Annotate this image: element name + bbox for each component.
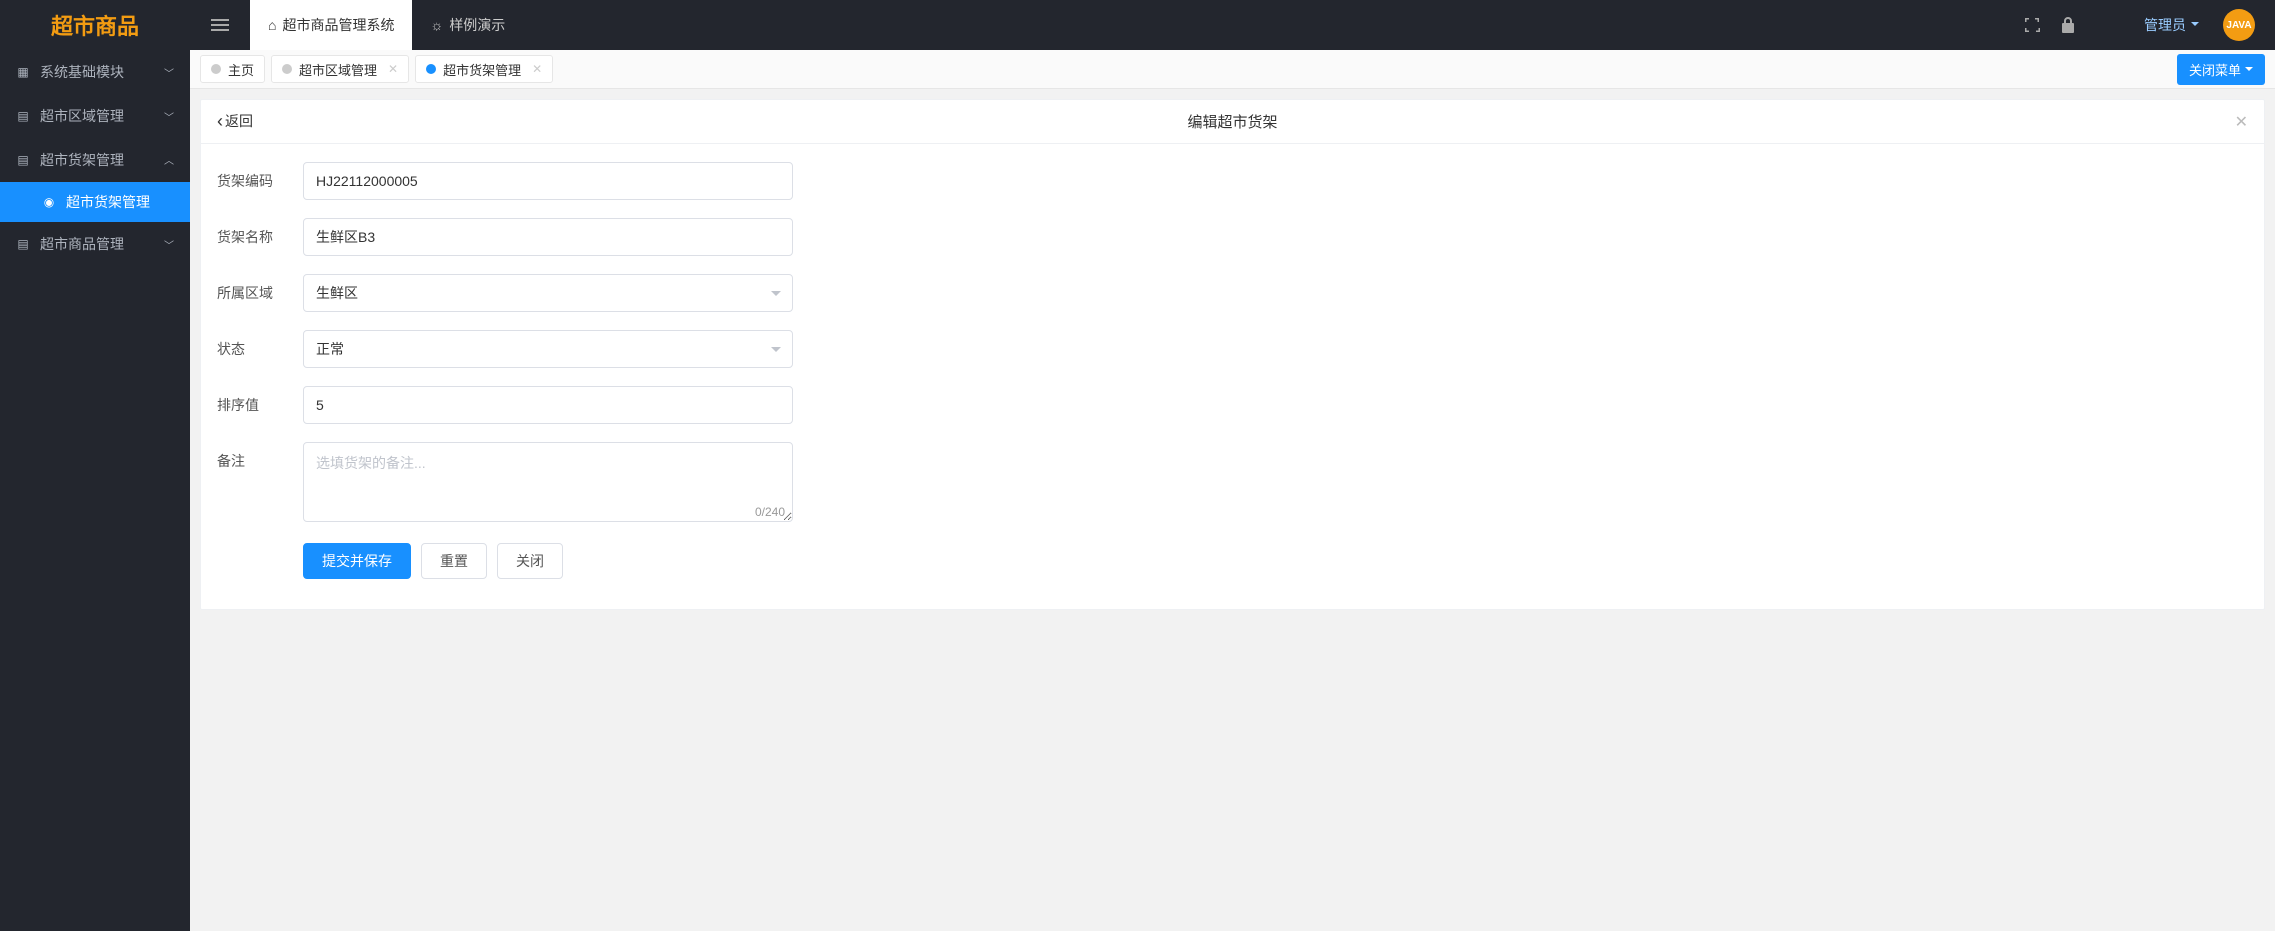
- panel-title: 编辑超市货架: [1187, 111, 1277, 132]
- sidebar-item-product[interactable]: ▤ 超市商品管理 ﹀: [0, 222, 190, 266]
- sidebar: ▦ 系统基础模块 ﹀ ▤ 超市区域管理 ﹀ ▤ 超市货架管理 ﹀ ◉ 超市货架管…: [0, 50, 190, 931]
- header: 超市商品 ⌂ 超市商品管理系统 ☼ 样例演示 管理员 JAVA: [0, 0, 2275, 50]
- form-buttons: 提交并保存 重置 关闭: [303, 543, 2248, 579]
- top-tab-label: 超市商品管理系统: [282, 15, 394, 35]
- reset-button[interactable]: 重置: [421, 543, 487, 579]
- textarea-remark[interactable]: [303, 442, 793, 522]
- close-icon[interactable]: ✕: [388, 62, 398, 76]
- top-tab-system[interactable]: ⌂ 超市商品管理系统: [250, 0, 412, 50]
- java-badge[interactable]: JAVA: [2223, 9, 2255, 41]
- grid-icon: ▤: [16, 237, 30, 251]
- chevron-down-icon: ﹀: [164, 65, 174, 80]
- label-status: 状态: [217, 330, 303, 359]
- tab-dot-icon: [211, 64, 221, 74]
- grid-icon: ▤: [16, 153, 30, 167]
- label-area: 所属区域: [217, 274, 303, 303]
- tab-bar: 主页 超市区域管理 ✕ 超市货架管理 ✕ 关闭菜单: [190, 50, 2275, 89]
- close-icon[interactable]: ✕: [532, 62, 542, 76]
- page-tabs: 主页 超市区域管理 ✕ 超市货架管理 ✕: [200, 55, 559, 83]
- header-right: 管理员 JAVA: [2022, 9, 2275, 41]
- form-row-sort: 排序值: [217, 386, 2248, 424]
- label-code: 货架编码: [217, 162, 303, 191]
- chevron-up-icon: ﹀: [164, 153, 174, 168]
- tab-label: 超市货架管理: [443, 60, 521, 79]
- tab-home[interactable]: 主页: [200, 55, 265, 83]
- tab-label: 超市区域管理: [299, 60, 377, 79]
- top-tab-demo[interactable]: ☼ 样例演示: [412, 0, 523, 50]
- sidebar-item-label: 超市货架管理: [40, 150, 124, 170]
- tab-label: 主页: [228, 60, 254, 79]
- sun-icon: ☼: [430, 17, 443, 33]
- tab-shelf[interactable]: 超市货架管理 ✕: [415, 55, 553, 83]
- tab-area[interactable]: 超市区域管理 ✕: [271, 55, 409, 83]
- chevron-down-icon: ﹀: [164, 237, 174, 252]
- back-button[interactable]: 返回: [217, 111, 253, 132]
- edit-panel: 返回 编辑超市货架 ✕ 货架编码 货架名称 所属区域 状态: [200, 99, 2265, 610]
- label-remark: 备注: [217, 442, 303, 471]
- lock-icon[interactable]: [2058, 15, 2078, 35]
- input-name[interactable]: [303, 218, 793, 256]
- form-row-name: 货架名称: [217, 218, 2248, 256]
- sidebar-item-system[interactable]: ▦ 系统基础模块 ﹀: [0, 50, 190, 94]
- close-menu-dropdown[interactable]: 关闭菜单: [2177, 54, 2265, 85]
- close-icon[interactable]: ✕: [2235, 112, 2248, 132]
- close-button[interactable]: 关闭: [497, 543, 563, 579]
- content: 主页 超市区域管理 ✕ 超市货架管理 ✕ 关闭菜单 返回 编辑超市货架 ✕: [190, 50, 2275, 931]
- form-row-area: 所属区域: [217, 274, 2248, 312]
- label-sort: 排序值: [217, 386, 303, 415]
- sidebar-subitem-label: 超市货架管理: [66, 192, 150, 212]
- top-tab-label: 样例演示: [449, 15, 505, 35]
- sidebar-item-area[interactable]: ▤ 超市区域管理 ﹀: [0, 94, 190, 138]
- select-status[interactable]: [303, 330, 793, 368]
- sidebar-subitem-shelf-mgmt[interactable]: ◉ 超市货架管理: [0, 182, 190, 222]
- chevron-down-icon: ﹀: [164, 109, 174, 124]
- user-dropdown[interactable]: 管理员: [2144, 15, 2199, 35]
- form-row-status: 状态: [217, 330, 2248, 368]
- fullscreen-icon[interactable]: [2022, 15, 2042, 35]
- select-area[interactable]: [303, 274, 793, 312]
- form-row-remark: 备注 0/240: [217, 442, 2248, 525]
- label-name: 货架名称: [217, 218, 303, 247]
- sidebar-item-label: 系统基础模块: [40, 62, 124, 82]
- grid-icon: ▤: [16, 109, 30, 123]
- sidebar-item-label: 超市商品管理: [40, 234, 124, 254]
- sidebar-item-shelf[interactable]: ▤ 超市货架管理 ﹀: [0, 138, 190, 182]
- input-code[interactable]: [303, 162, 793, 200]
- panel-body: 货架编码 货架名称 所属区域 状态 排序值: [201, 144, 2264, 609]
- home-icon: ⌂: [268, 17, 276, 33]
- dot-icon: ◉: [42, 195, 56, 209]
- panel-header: 返回 编辑超市货架 ✕: [201, 100, 2264, 144]
- tab-dot-icon: [282, 64, 292, 74]
- sidebar-item-label: 超市区域管理: [40, 106, 124, 126]
- form-row-code: 货架编码: [217, 162, 2248, 200]
- top-tabs: ⌂ 超市商品管理系统 ☼ 样例演示: [250, 0, 523, 50]
- input-sort[interactable]: [303, 386, 793, 424]
- tab-dot-icon: [426, 64, 436, 74]
- module-icon: ▦: [16, 65, 30, 79]
- menu-toggle[interactable]: [190, 0, 250, 50]
- logo-text: 超市商品: [51, 9, 139, 41]
- logo: 超市商品: [0, 0, 190, 50]
- submit-button[interactable]: 提交并保存: [303, 543, 411, 579]
- tab-bar-right: 关闭菜单: [2177, 54, 2265, 85]
- content-body: 返回 编辑超市货架 ✕ 货架编码 货架名称 所属区域 状态: [190, 89, 2275, 931]
